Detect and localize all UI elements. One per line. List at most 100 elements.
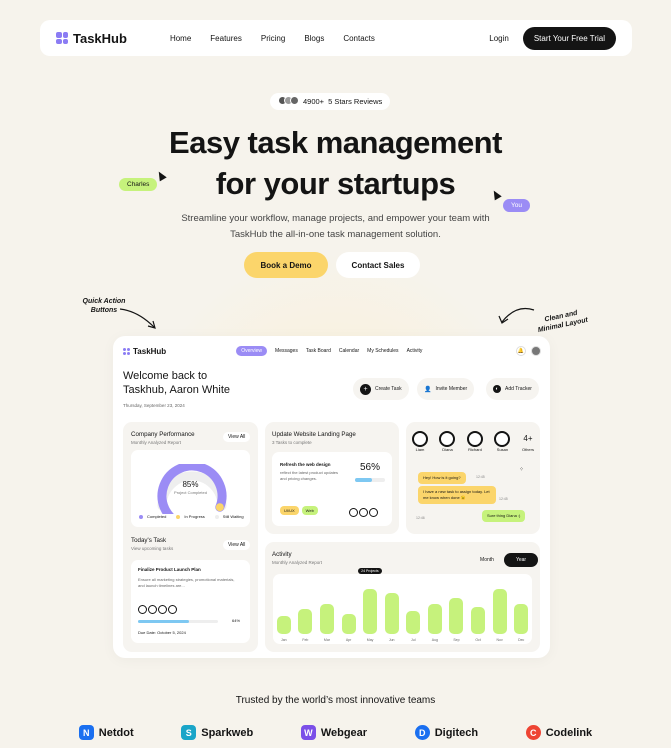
month-tick-label: Nov [496,638,503,642]
reviews-count: 4900+ [303,97,325,106]
activity-bar [363,588,378,634]
login-link[interactable]: Login [489,34,509,43]
add-tracker-button[interactable]: ◐ Add Tracker [486,378,539,400]
brand-logos: N Netdot S Sparkweb W Webgear D Digitech C Co… [0,725,671,740]
member-liam[interactable]: Liam [412,431,428,452]
annotation-clean-layout: Clean and Minimal Layout [537,309,589,335]
project-progress-bar [355,478,385,482]
sparkweb-logo-icon: S [181,725,197,740]
card-subtitle: Monthly Analyzed Report [131,440,182,445]
tab-my-schedules[interactable]: My Schedules [367,348,398,354]
month-tick-label: Jul [411,638,416,642]
tracker-icon: ◐ [493,385,501,393]
activity-bar [341,613,356,634]
invite-member-button[interactable]: 👤 Invite Member [417,378,475,400]
view-all-button[interactable]: View All [223,432,251,442]
tab-messages[interactable]: Messages [275,348,298,354]
chat-message: I have a new task to assign today. Let m… [418,486,496,504]
gauge-legend: Completed In Progress Still Waiting [139,514,244,519]
performance-card: Company Performance Monthly Analyzed Rep… [123,422,258,652]
hero-subtitle: Streamline your workflow, manage project… [181,213,490,240]
avatar[interactable] [531,346,541,356]
gauge-label: Project Completed [174,490,207,495]
activity-chart: 24 Projects Jan Feb Mar Apr May Jun Jul Aug Sep O… [273,568,532,644]
reviewer-avatars [278,96,299,107]
brand-codelink: C Codelink [525,725,592,740]
card-title: Company Performance [131,431,195,438]
nav-link-pricing[interactable]: Pricing [261,34,285,43]
chart-tooltip: 24 Projects [358,568,382,574]
task-progress-label: 64% [232,618,241,623]
team-chat-card: Liam Diana Richard Susan 4+ Others ⁘ Hey!… [406,422,540,534]
notification-bell-icon[interactable]: 🔔 [516,346,526,356]
chat-time: 12:46 [416,516,425,520]
cursor-tag-charles: Charles [119,178,158,191]
month-tick-label: Jun [388,638,395,642]
month-tick-label: Aug [431,638,438,642]
logo[interactable]: TaskHub [56,31,127,46]
tab-activity[interactable]: Activity [407,348,423,354]
chat-message: Hey! How is it going? [418,472,466,484]
member-susan[interactable]: Susan [494,431,511,452]
nav-link-features[interactable]: Features [210,34,242,43]
create-task-button[interactable]: + Create Task [353,378,409,400]
activity-bar [471,606,486,634]
performance-gauge [157,464,227,514]
member-others[interactable]: 4+ Others [522,431,534,452]
project-title: Update Website Landing Page [272,431,356,438]
activity-subtitle: Monthly Analyzed Report [272,560,323,565]
activity-bar [298,609,313,634]
task-title: Finalize Product Launch Plan [138,567,201,572]
project-percent: 56% [360,462,381,473]
activity-bar [514,604,529,634]
tag-uiux: UI/UX [280,506,299,515]
project-subtitle: 3 Tasks to complete [272,440,312,445]
member-richard[interactable]: Richard [466,431,483,452]
month-tick-label: Feb [302,638,309,642]
project-card: Update Website Landing Page 3 Tasks to c… [265,422,399,534]
netdot-logo-icon: N [78,725,94,740]
chat-time: 12:45 [476,475,485,479]
nav-link-home[interactable]: Home [170,34,191,43]
book-demo-button[interactable]: Book a Demo [244,252,328,278]
month-tick-label: May [366,638,374,642]
month-tick-label: Apr [345,638,352,642]
welcome-heading: Welcome back to Taskhub, Aaron White [123,370,231,396]
dashboard-logo[interactable]: TaskHub [123,347,166,356]
top-navbar: TaskHub Home Features Pricing Blogs Cont… [40,20,632,56]
gauge-panel: 85% Project Completed Completed In Progr… [131,450,250,527]
tab-task-board[interactable]: Task Board [306,348,331,354]
contact-sales-button[interactable]: Contact Sales [336,252,420,278]
view-all-button[interactable]: View All [223,540,251,550]
month-tick-label: Mar [323,638,330,642]
activity-bar [384,593,399,634]
plus-icon: + [360,383,371,395]
project-task-title: Refresh the web design [280,462,331,467]
digitech-logo-icon: D [414,725,430,740]
gauge-value: 85% [182,480,199,489]
tab-calendar[interactable]: Calendar [339,348,359,354]
free-trial-button[interactable]: Start Your Free Trial [522,26,616,50]
arrow-icon [498,307,535,324]
welcome-date: Thursday, September 23, 2024 [123,403,185,408]
reviews-badge: 4900+ 5 Stars Reviews [270,93,391,110]
dashboard-preview: TaskHub Overview Messages Task Board Cal… [113,336,550,658]
toggle-year[interactable]: Year [504,553,538,567]
brand-webgear: W Webgear [300,725,367,740]
toggle-month[interactable]: Month [470,553,504,567]
period-toggle: Month Year [470,553,538,567]
nav-link-blogs[interactable]: Blogs [304,34,324,43]
tab-overview[interactable]: Overview [236,346,268,356]
task-item[interactable]: Finalize Product Launch Plan Ensure all … [131,560,250,643]
grid-icon[interactable]: ⁘ [519,466,524,473]
logo-icon [123,347,130,355]
nav-link-contacts[interactable]: Contacts [343,34,375,43]
activity-bar [449,597,464,634]
month-tick-label: Sep [453,638,460,642]
activity-bar [319,604,334,634]
nav-links: Home Features Pricing Blogs Contacts [170,34,375,43]
activity-bar [427,604,442,634]
dashboard-nav: TaskHub Overview Messages Task Board Cal… [123,344,541,358]
task-due-date: Due Date: October 5, 2024 [138,630,186,635]
member-diana[interactable]: Diana [439,431,456,452]
